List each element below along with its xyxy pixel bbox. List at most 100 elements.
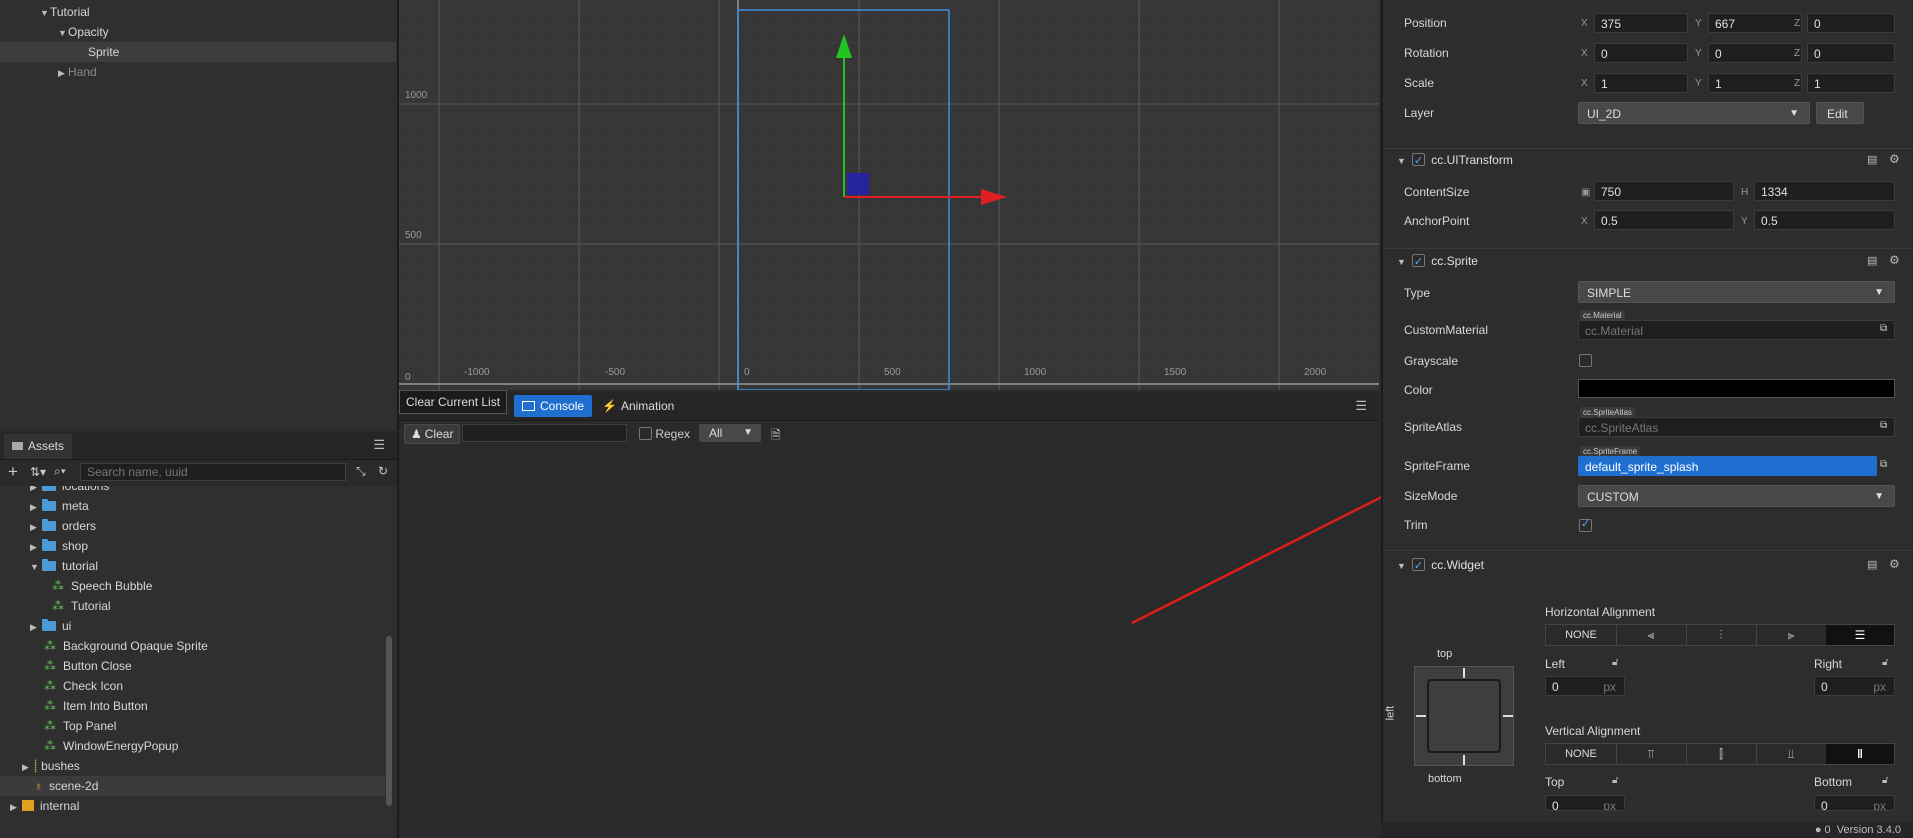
menu-icon[interactable]: ☰: [373, 437, 385, 453]
halign-none-button[interactable]: NONE: [1546, 625, 1617, 645]
align-vstretch-icon[interactable]: ‖: [1826, 744, 1894, 764]
asset-prefab-check-icon[interactable]: ⁂ Check Icon: [0, 676, 385, 696]
expand-arrow-icon[interactable]: ▼: [30, 557, 42, 577]
asset-folder-ui[interactable]: ▶ ui: [0, 616, 385, 636]
widget-right-input[interactable]: 0 px: [1814, 676, 1895, 696]
lock-icon[interactable]: 🔓︎: [1882, 775, 1888, 786]
spriteatlas-field[interactable]: cc.SpriteAtlas: [1578, 417, 1895, 437]
position-y-input[interactable]: 667: [1708, 13, 1802, 33]
widget-top-input[interactable]: 0 px: [1545, 795, 1625, 811]
widget-top-marker[interactable]: [1463, 668, 1465, 678]
clear-button[interactable]: ♟ Clear: [404, 424, 461, 444]
spriteframe-field[interactable]: default_sprite_splash: [1578, 456, 1877, 476]
position-x-input[interactable]: 375: [1594, 13, 1688, 33]
tab-assets[interactable]: Assets: [4, 434, 73, 459]
align-middle-icon[interactable]: ⫿: [1686, 744, 1757, 764]
asset-folder-shop[interactable]: ▶ shop: [0, 536, 385, 556]
hierarchy-item-opacity[interactable]: ▼Opacity: [0, 22, 396, 42]
hierarchy-item-sprite[interactable]: Sprite: [0, 42, 396, 62]
chevron-down-icon[interactable]: ▼: [1397, 561, 1406, 571]
widget-header[interactable]: ▼ cc.Widget: [1397, 555, 1484, 576]
lock-icon[interactable]: 🔓︎: [1882, 657, 1888, 668]
asset-picker-icon[interactable]: ⧉: [1880, 420, 1887, 431]
widget-alignment-diagram[interactable]: [1414, 666, 1514, 766]
position-z-input[interactable]: 0: [1807, 13, 1895, 33]
layer-select[interactable]: UI_2D ▼: [1578, 102, 1810, 124]
uitransform-header[interactable]: ▼ cc.UITransform: [1397, 150, 1513, 171]
asset-prefab-button-close[interactable]: ⁂ Button Close: [0, 656, 385, 676]
book-icon[interactable]: ▤: [1867, 254, 1877, 267]
sprite-type-select[interactable]: SIMPLE ▼: [1578, 281, 1895, 303]
collapse-arrow-icon[interactable]: ▶: [30, 537, 42, 557]
align-right-icon[interactable]: ⫸: [1756, 625, 1827, 645]
anchorpoint-x-input[interactable]: 0.5: [1594, 210, 1734, 230]
regex-checkbox[interactable]: [639, 427, 652, 440]
asset-prefab-top-panel[interactable]: ⁂ Top Panel: [0, 716, 385, 736]
widget-bottom-marker[interactable]: [1463, 755, 1465, 765]
trim-checkbox[interactable]: [1579, 517, 1592, 533]
asset-picker-icon[interactable]: ⧉: [1880, 323, 1887, 334]
contentsize-height-input[interactable]: 1334: [1754, 181, 1895, 201]
expand-arrow-icon[interactable]: ▼: [58, 23, 68, 43]
refresh-icon[interactable]: ↻: [378, 464, 388, 478]
sprite-header[interactable]: ▼ cc.Sprite: [1397, 251, 1478, 272]
scale-y-input[interactable]: 1: [1708, 73, 1802, 93]
collapse-arrow-icon[interactable]: ▶: [30, 517, 42, 537]
asset-picker-icon[interactable]: ⧉: [1880, 459, 1887, 470]
custommaterial-field[interactable]: cc.Material: [1578, 320, 1895, 340]
collapse-arrow-icon[interactable]: ▶: [22, 757, 34, 777]
lock-icon[interactable]: 🔓︎: [1612, 657, 1618, 668]
gear-icon[interactable]: ⚙: [1889, 557, 1900, 571]
collapse-arrow-icon[interactable]: ▶: [30, 617, 42, 637]
widget-left-input[interactable]: 0 px: [1545, 676, 1625, 696]
chevron-down-icon[interactable]: ▼: [1397, 156, 1406, 166]
console-filter-input[interactable]: [462, 424, 627, 442]
collapse-all-icon[interactable]: ⤡: [356, 464, 366, 479]
color-swatch[interactable]: [1578, 379, 1895, 398]
asset-folder-meta[interactable]: ▶ meta: [0, 496, 385, 516]
asset-folder-orders[interactable]: ▶ orders: [0, 516, 385, 536]
trim-checkbox-box[interactable]: [1579, 517, 1592, 532]
scene-viewport[interactable]: 1000 500 0 -1000 -500 0 500 1000 1500 20…: [399, 0, 1379, 390]
rotation-x-input[interactable]: 0: [1594, 43, 1688, 63]
asset-prefab-item-into-button[interactable]: ⁂ Item Into Button: [0, 696, 385, 716]
widget-enabled-checkbox[interactable]: [1411, 556, 1425, 576]
grayscale-checkbox-box[interactable]: [1579, 354, 1592, 367]
book-icon[interactable]: ▤: [1867, 558, 1877, 571]
menu-icon[interactable]: ☰: [1355, 398, 1367, 414]
regex-toggle[interactable]: Regex: [639, 426, 690, 442]
collapse-arrow-icon[interactable]: ▶: [10, 797, 22, 817]
asset-folder-tutorial[interactable]: ▼ tutorial: [0, 556, 385, 576]
scale-x-input[interactable]: 1: [1594, 73, 1688, 93]
uitransform-enabled-checkbox[interactable]: [1411, 151, 1425, 171]
align-stretch-icon[interactable]: ☰: [1826, 625, 1894, 645]
rotation-z-input[interactable]: 0: [1807, 43, 1895, 63]
valign-none-button[interactable]: NONE: [1546, 744, 1617, 764]
notification-icon[interactable]: ●: [1815, 824, 1822, 836]
contentsize-width-input[interactable]: 750: [1594, 181, 1734, 201]
widget-left-marker[interactable]: [1416, 715, 1426, 717]
expand-arrow-icon[interactable]: ▼: [40, 3, 50, 23]
align-left-icon[interactable]: ⫷: [1616, 625, 1687, 645]
chevron-down-icon[interactable]: ▼: [1397, 257, 1406, 267]
asset-db-internal[interactable]: ▶ internal: [0, 796, 385, 816]
sprite-enabled-checkbox[interactable]: [1411, 252, 1425, 272]
layer-edit-button[interactable]: Edit: [1816, 102, 1864, 124]
asset-folder-bushes[interactable]: ▶ ⸽ bushes: [0, 756, 385, 776]
asset-folder-locations[interactable]: ▶ locations: [0, 486, 385, 496]
open-log-file-icon[interactable]: 🗎: [771, 426, 781, 447]
sizemode-select[interactable]: CUSTOM ▼: [1578, 485, 1895, 507]
gear-icon[interactable]: ⚙: [1889, 253, 1900, 267]
gear-icon[interactable]: ⚙: [1889, 152, 1900, 166]
add-icon[interactable]: +: [8, 462, 18, 482]
sort-icon[interactable]: ⇅▾: [30, 465, 46, 479]
widget-bottom-input[interactable]: 0 px: [1814, 795, 1895, 811]
hierarchy-item-tutorial[interactable]: ▼Tutorial: [0, 2, 396, 22]
asset-prefab-tutorial[interactable]: ⁂ Tutorial: [0, 596, 385, 616]
asset-scene-2d[interactable]: ♁ scene-2d: [0, 776, 385, 796]
anchorpoint-y-input[interactable]: 0.5: [1754, 210, 1895, 230]
widget-right-marker[interactable]: [1503, 715, 1513, 717]
search-input[interactable]: [80, 463, 346, 481]
hierarchy-item-hand[interactable]: ▶ Hand: [0, 62, 396, 82]
assets-scrollbar[interactable]: [386, 636, 392, 806]
